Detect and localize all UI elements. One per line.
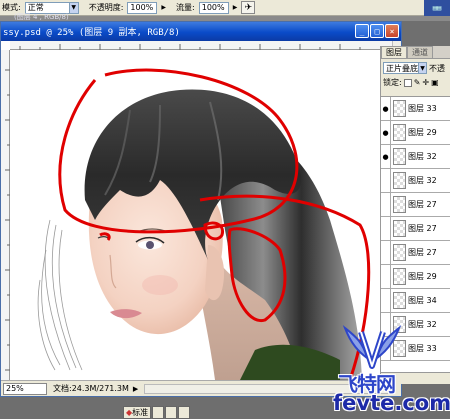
lock-all-icon[interactable]: ▣	[431, 78, 439, 87]
watermark-url: fevte.com	[333, 391, 450, 415]
status-arrow-icon[interactable]: ▶	[133, 385, 138, 393]
taskbar-button[interactable]	[152, 406, 165, 419]
taskbar-button-label: 标准	[132, 408, 149, 417]
taskbar-button[interactable]	[178, 406, 191, 419]
flow-arrow-icon[interactable]: ▶	[233, 4, 238, 11]
lock-transparency-icon[interactable]	[403, 78, 412, 87]
opacity-arrow-icon[interactable]: ▶	[161, 4, 166, 11]
lock-row: 锁定: ✎ ✛ ▣	[383, 77, 450, 88]
layer-row[interactable]: ● 图层 33	[381, 97, 450, 121]
layer-name: 图层 33	[408, 344, 437, 353]
document-title-bar[interactable]: ssy.psd @ 25% (图层 9 副本, RGB/8) _ □ ×	[1, 22, 401, 41]
eye-icon[interactable]: ●	[381, 120, 391, 145]
layer-row[interactable]: 图层 27	[381, 192, 450, 217]
layer-thumbnail	[393, 148, 406, 165]
tab-layers[interactable]: 图层	[381, 46, 407, 58]
lock-label: 锁定:	[383, 78, 402, 87]
photoshop-logo-icon: ▤▤	[424, 0, 450, 16]
layer-thumbnail	[393, 292, 406, 309]
eye-hidden-icon[interactable]	[381, 240, 391, 265]
layer-name: 图层 32	[408, 176, 437, 185]
opacity-value: 100%	[130, 3, 154, 12]
maximize-button[interactable]: □	[370, 24, 384, 38]
minimize-button[interactable]: _	[355, 24, 369, 38]
layer-name: 图层 29	[408, 272, 437, 281]
layer-row[interactable]: 图层 27	[381, 240, 450, 265]
layer-row[interactable]: 图层 27	[381, 216, 450, 241]
layer-row[interactable]: 图层 32	[381, 168, 450, 193]
zoom-value: 25%	[6, 383, 24, 393]
vertical-ruler	[1, 50, 10, 380]
eye-hidden-icon[interactable]	[381, 168, 391, 193]
eye-hidden-icon[interactable]	[381, 216, 391, 241]
taskbar-button[interactable]: ◆ 标准	[123, 406, 152, 419]
blend-mode-value: 正片叠底	[386, 63, 418, 73]
layer-thumbnail	[393, 100, 406, 117]
chevron-down-icon: ▼	[418, 63, 426, 73]
lock-move-icon[interactable]: ✛	[422, 78, 429, 87]
blend-mode-select[interactable]: 正片叠底 ▼	[383, 62, 427, 74]
photoshop-window: 模式: 正常 ▼ 不透明度: 100% ▶ 流量: 100% ▶ ✈ ▤▤ (图…	[0, 0, 450, 419]
taskbar-button[interactable]	[165, 406, 178, 419]
tab-channels[interactable]: 通道	[407, 46, 433, 58]
layer-row[interactable]: ● 图层 29	[381, 120, 450, 145]
layer-name: 图层 32	[408, 320, 437, 329]
layer-thumbnail	[393, 124, 406, 141]
layer-thumbnail	[393, 196, 406, 213]
horizontal-ruler	[10, 41, 393, 50]
layer-name: 图层 27	[408, 200, 437, 209]
layer-row[interactable]: ● 图层 32	[381, 144, 450, 169]
opacity-input[interactable]: 100%	[127, 1, 158, 14]
document-size: 文档:24.3M/271.3M	[53, 384, 129, 393]
portrait-artwork	[10, 50, 393, 380]
layers-panel-tabs: 图层 通道	[381, 46, 450, 59]
opacity-label: 不透明度:	[88, 3, 124, 12]
flow-input[interactable]: 100%	[198, 1, 229, 14]
flow-value: 100%	[201, 3, 225, 12]
eye-hidden-icon[interactable]	[381, 192, 391, 217]
flow-label: 流量:	[176, 3, 195, 12]
eye-icon[interactable]: ●	[381, 144, 391, 169]
layer-opacity-label: 不透	[429, 63, 445, 73]
blend-row: 正片叠底 ▼ 不透	[383, 62, 450, 74]
layer-row[interactable]: 图层 34	[381, 288, 450, 313]
layer-thumbnail	[393, 172, 406, 189]
eye-hidden-icon[interactable]	[381, 264, 391, 289]
layer-row[interactable]: 图层 29	[381, 264, 450, 289]
layer-name: 图层 27	[408, 248, 437, 257]
zoom-field[interactable]: 25%	[3, 382, 47, 395]
layer-name: 图层 33	[408, 104, 437, 113]
airbrush-icon[interactable]: ✈	[241, 1, 256, 14]
lock-paint-icon[interactable]: ✎	[414, 78, 421, 87]
document-title: ssy.psd @ 25% (图层 9 副本, RGB/8)	[3, 28, 180, 38]
layer-thumbnail	[393, 268, 406, 285]
layer-thumbnail	[393, 244, 406, 261]
layer-name: 图层 29	[408, 128, 437, 137]
close-button[interactable]: ×	[385, 24, 399, 38]
layer-name: 图层 27	[408, 224, 437, 233]
layer-name: 图层 34	[408, 296, 437, 305]
eye-hidden-icon[interactable]	[381, 288, 391, 313]
layer-name: 图层 32	[408, 152, 437, 161]
image-canvas[interactable]	[10, 50, 393, 380]
eye-icon[interactable]: ●	[381, 97, 391, 121]
chevron-down-icon: ▼	[68, 2, 78, 13]
layer-thumbnail	[393, 220, 406, 237]
